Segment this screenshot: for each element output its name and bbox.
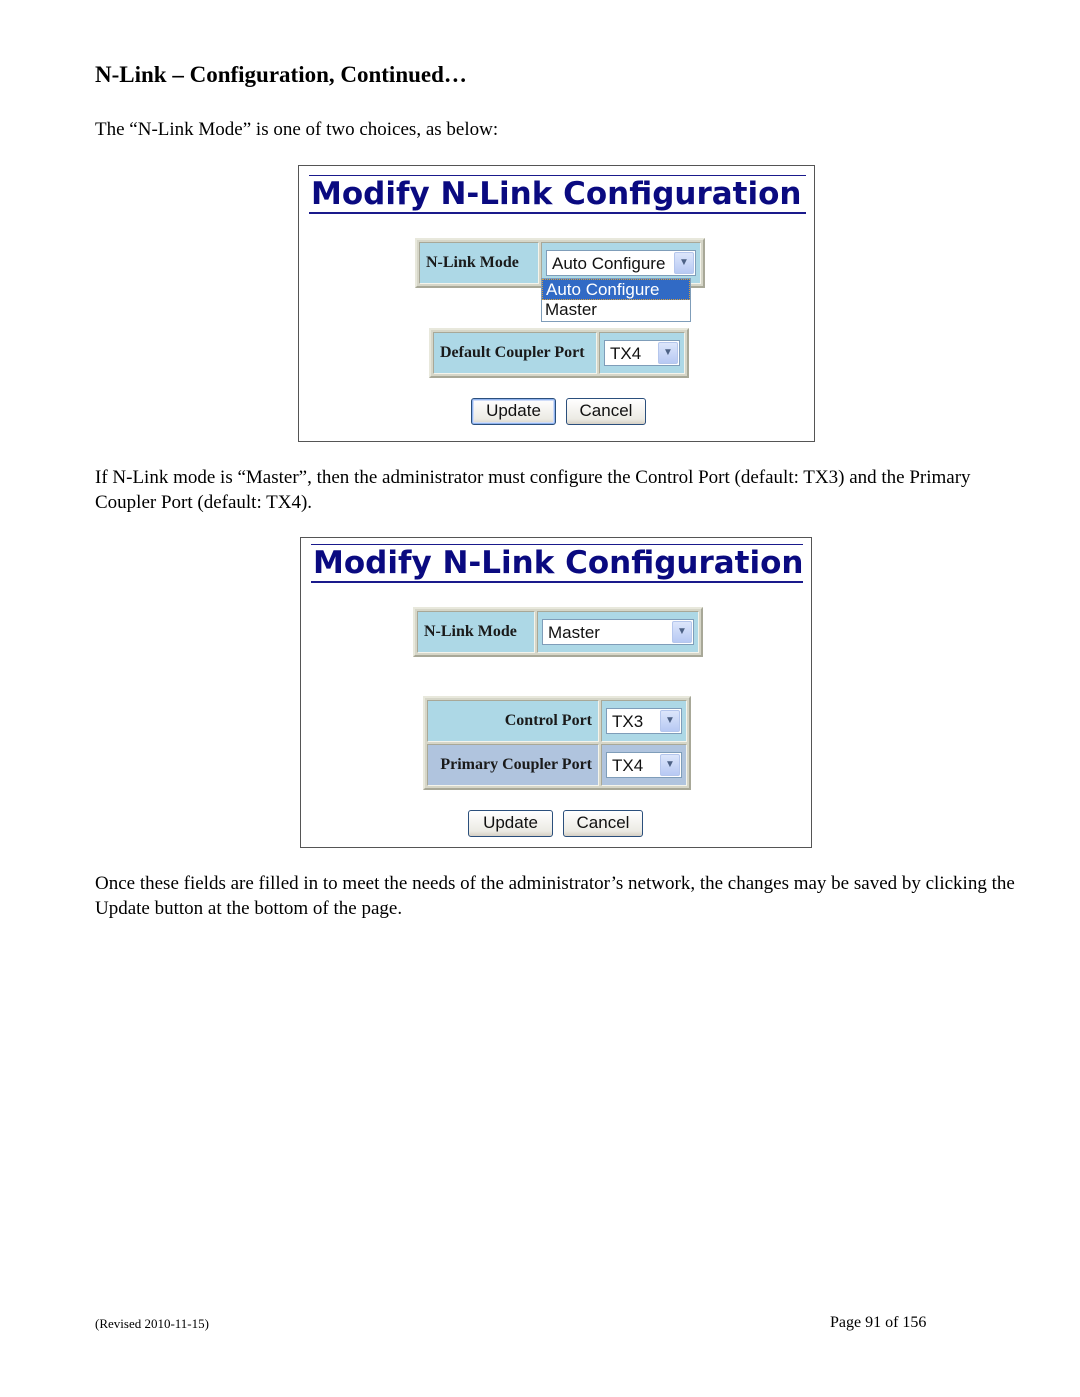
default-coupler-table: Default Coupler Port TX4 ▼	[429, 328, 689, 378]
chevron-down-icon[interactable]: ▼	[674, 252, 694, 274]
default-coupler-select[interactable]: TX4 ▼	[604, 340, 680, 366]
chevron-down-icon[interactable]: ▼	[660, 710, 680, 732]
default-coupler-label: Default Coupler Port	[433, 332, 597, 374]
intro-paragraph: The “N-Link Mode” is one of two choices,…	[95, 119, 499, 140]
nlink-mode-value: Auto Configure	[552, 254, 666, 273]
update-button[interactable]: Update	[468, 810, 553, 837]
master-note-paragraph: If N-Link mode is “Master”, then the adm…	[95, 467, 971, 513]
screenshot-auto-configure: Modify N-Link Configuration N-Link Mode …	[298, 165, 815, 442]
closing-paragraph: Once these fields are filled in to meet …	[95, 873, 1015, 919]
chevron-down-icon[interactable]: ▼	[660, 754, 680, 776]
nlink-mode-label: N-Link Mode	[419, 242, 539, 284]
cancel-button[interactable]: Cancel	[566, 398, 646, 425]
nlink-mode-select[interactable]: Master ▼	[542, 619, 694, 645]
chevron-down-icon[interactable]: ▼	[672, 621, 692, 643]
update-button[interactable]: Update	[471, 398, 556, 425]
nlink-mode-value: Master	[548, 623, 600, 642]
nlink-mode-select[interactable]: Auto Configure ▼	[546, 250, 696, 276]
screenshot-master: Modify N-Link Configuration N-Link Mode …	[300, 537, 812, 848]
default-coupler-value: TX4	[610, 344, 642, 363]
nlink-mode-table: N-Link Mode Master ▼	[413, 607, 703, 657]
config-title: Modify N-Link Configuration	[309, 175, 806, 214]
chevron-down-icon[interactable]: ▼	[658, 342, 678, 364]
control-port-value: TX3	[612, 712, 644, 731]
control-port-select[interactable]: TX3 ▼	[606, 708, 682, 734]
nlink-mode-label: N-Link Mode	[417, 611, 535, 653]
nlink-mode-dropdown-list: Auto Configure Master	[541, 278, 691, 322]
port-config-table: Control Port TX3 ▼ Primary Coupler Port …	[423, 696, 691, 790]
primary-coupler-value: TX4	[612, 756, 644, 775]
primary-coupler-label: Primary Coupler Port	[427, 744, 599, 786]
primary-coupler-select[interactable]: TX4 ▼	[606, 752, 682, 778]
dropdown-option-auto-configure[interactable]: Auto Configure	[542, 279, 690, 300]
config-title: Modify N-Link Configuration	[311, 544, 804, 583]
page-heading: N-Link – Configuration, Continued…	[95, 62, 467, 87]
footer-page-number: Page 91 of 156	[830, 1314, 927, 1331]
cancel-button[interactable]: Cancel	[563, 810, 643, 837]
footer-revised: (Revised 2010-11-15)	[95, 1316, 209, 1331]
control-port-label: Control Port	[427, 700, 599, 742]
dropdown-option-master[interactable]: Master	[542, 300, 690, 321]
